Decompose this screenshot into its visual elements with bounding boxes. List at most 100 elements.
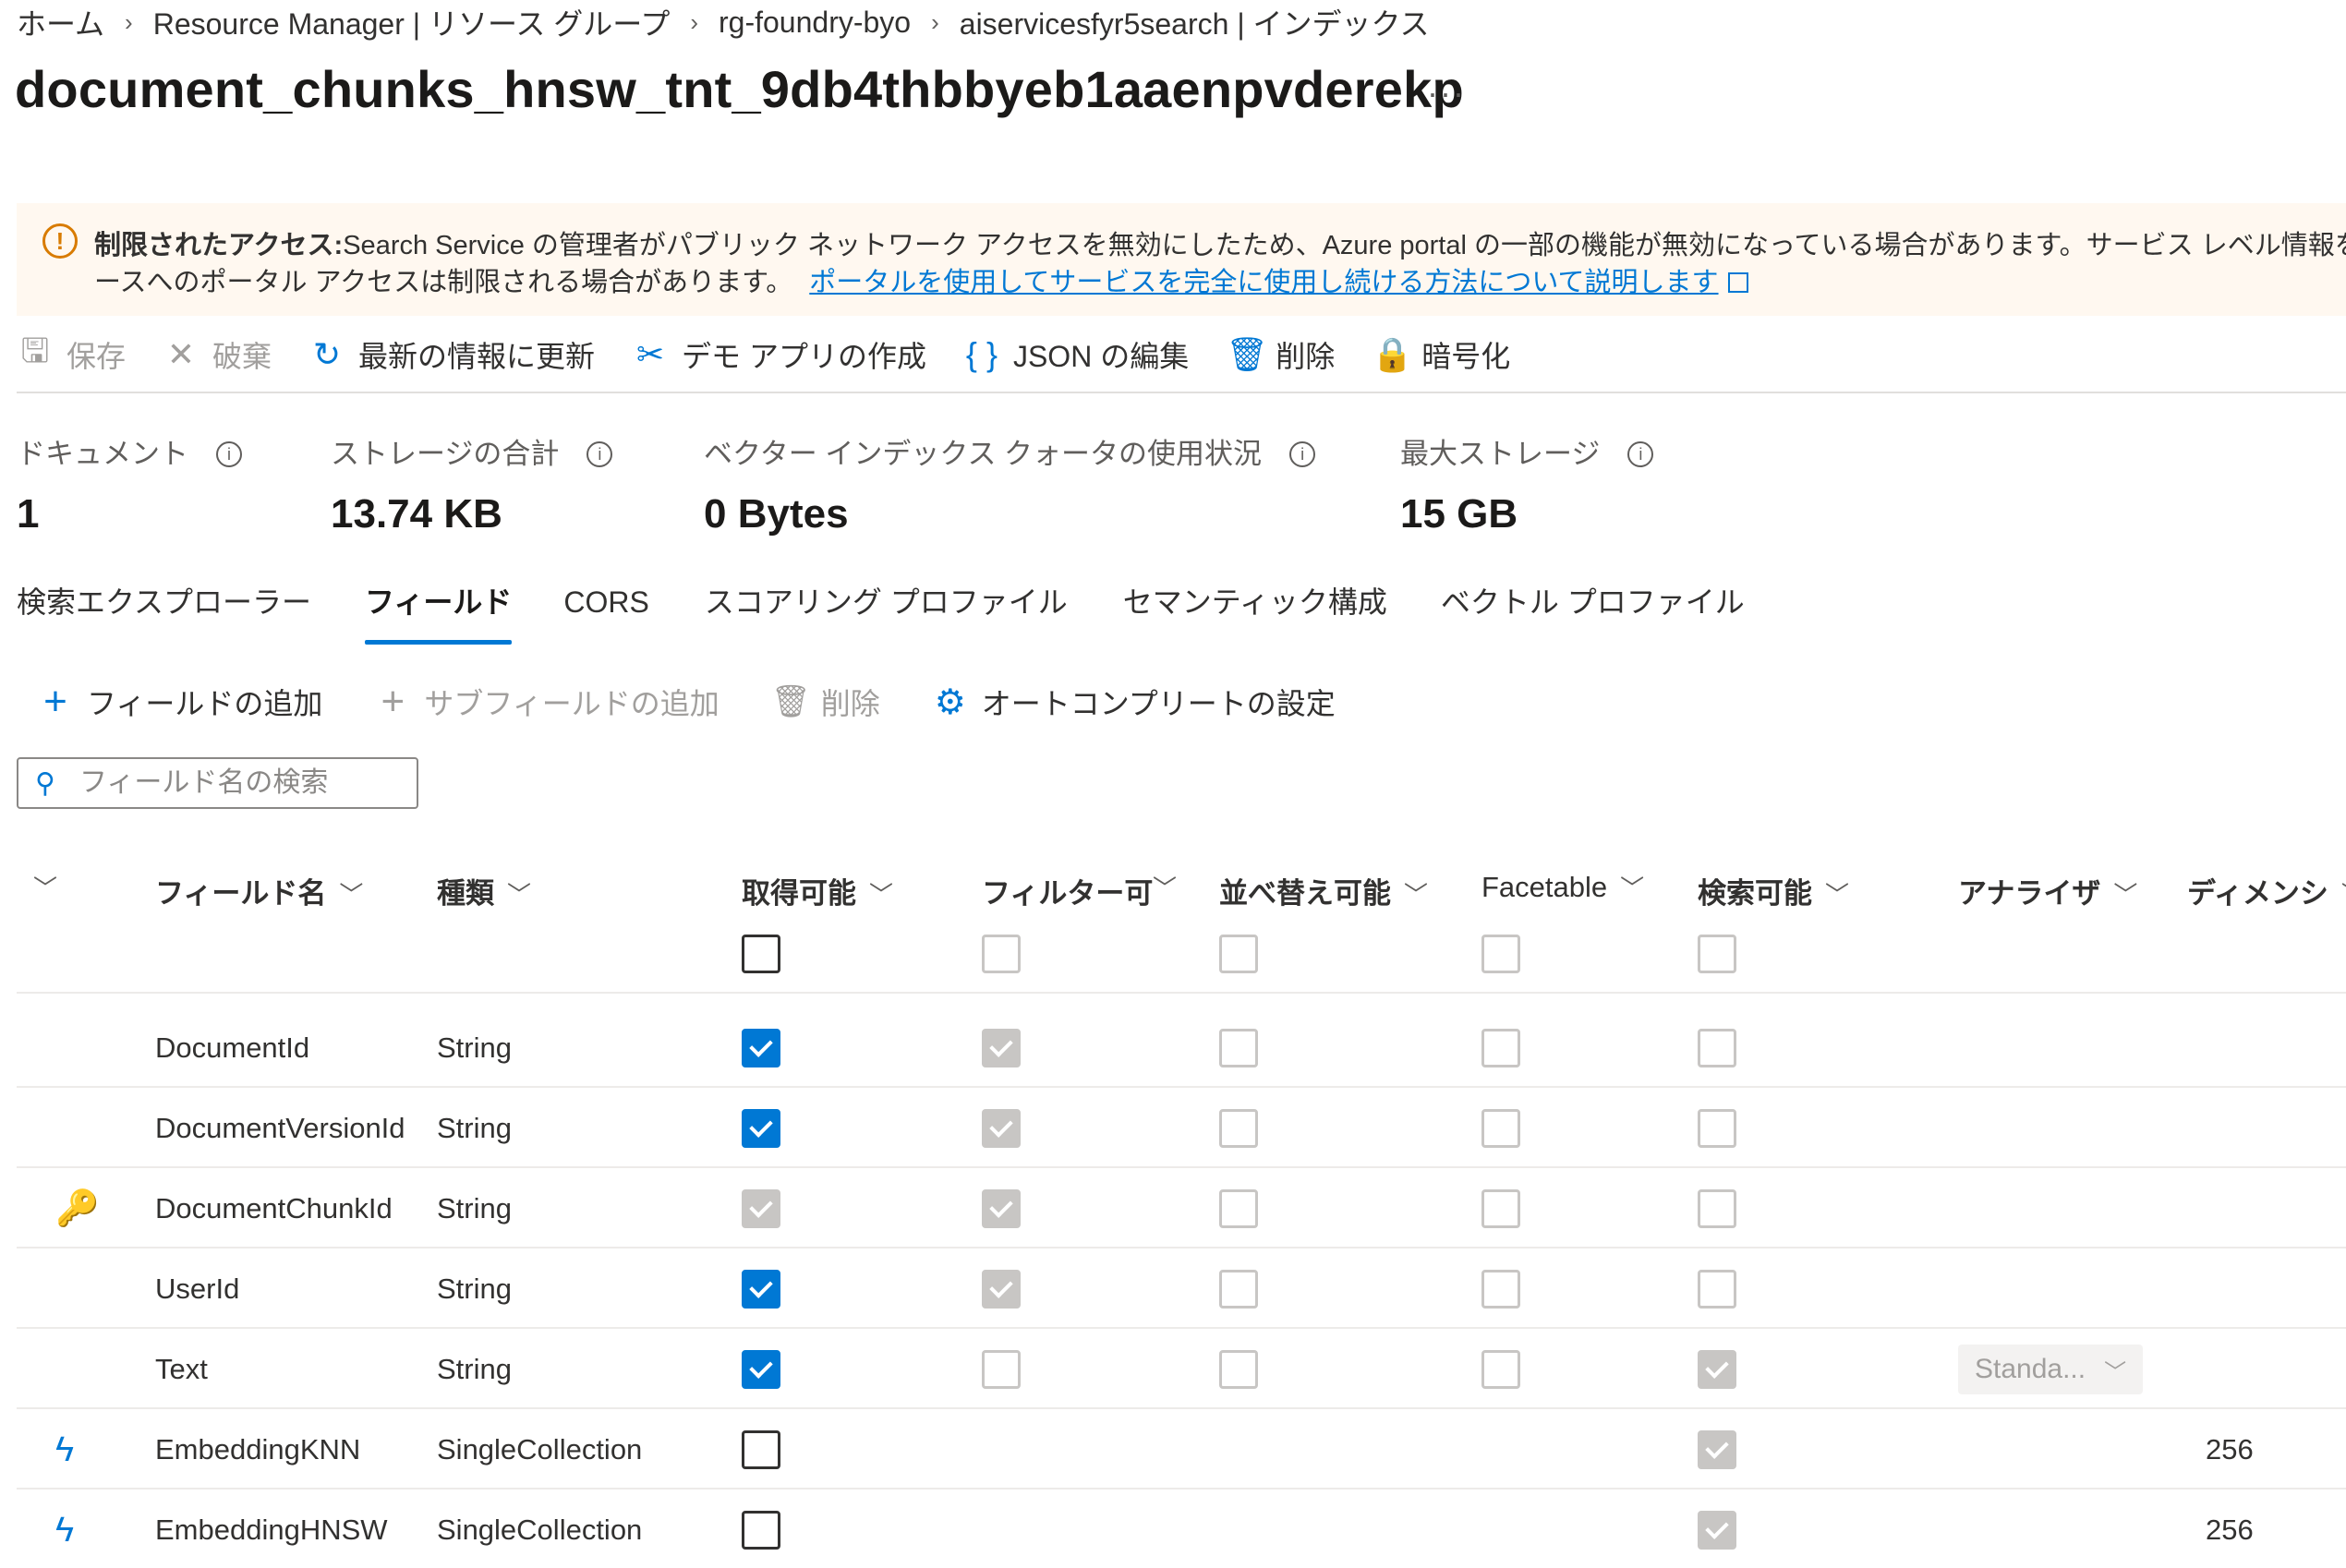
retrievable-checkbox[interactable] (742, 1430, 780, 1469)
discard-button[interactable]: ✕ 破棄 (163, 333, 272, 376)
learn-more-link[interactable]: ポータルを使用してサービスを完全に使用し続ける方法について説明します (809, 268, 1718, 297)
info-icon[interactable]: i (216, 441, 242, 467)
header-checkbox-row (17, 914, 2346, 994)
column-header-dimensions[interactable]: ディメンシ﹀ (2187, 870, 2346, 911)
retrievable-checkbox[interactable] (742, 1029, 780, 1067)
column-header-analyzer[interactable]: アナライザ ﹀ (1958, 870, 2137, 911)
banner-text: Search Service の管理者がパブリック ネットワーク アクセスを無効… (343, 231, 2346, 260)
searchable-checkbox (1698, 1189, 1736, 1228)
more-options-icon[interactable]: ··· (1427, 74, 1466, 113)
field-name[interactable]: EmbeddingHNSW (155, 1490, 388, 1568)
tab-semantic-configurations[interactable]: セマンティック構成 (1123, 578, 1387, 645)
encryption-button[interactable]: 🔒 暗号化 (1372, 333, 1510, 376)
add-field-button[interactable]: + フィールドの追加 (37, 679, 322, 725)
autocomplete-settings-button[interactable]: ⚙ オートコンプリートの設定 (932, 681, 1336, 723)
retrievable-all-checkbox[interactable] (742, 935, 780, 973)
stat-max-storage-label: 最大ストレージ i (1400, 430, 1654, 472)
info-icon[interactable]: i (586, 441, 613, 467)
gear-icon: ⚙ (934, 682, 966, 722)
chevron-down-icon: ﹀ (339, 881, 364, 909)
delete-field-button[interactable]: 🗑 削除 (771, 681, 880, 723)
sortable-all-checkbox[interactable] (1219, 935, 1258, 973)
expand-all-chevron-icon[interactable]: ﹀ (33, 870, 57, 904)
field-name[interactable]: Text (155, 1330, 208, 1409)
delete-icon: 🗑 (1226, 335, 1268, 373)
save-icon: 🖫 (20, 331, 50, 369)
facetable-all-checkbox[interactable] (1481, 935, 1520, 973)
chevron-down-icon: ﹀ (869, 881, 894, 909)
retrievable-checkbox[interactable] (742, 1511, 780, 1550)
field-type: String (437, 1192, 512, 1224)
external-link-icon (1727, 272, 1748, 293)
filterable-checkbox (982, 1270, 1021, 1309)
table-row[interactable]: DocumentId String (17, 1008, 2346, 1088)
filterable-all-checkbox[interactable] (982, 935, 1021, 973)
tab-search-explorer[interactable]: 検索エクスプローラー (17, 578, 311, 645)
searchable-checkbox (1698, 1029, 1736, 1067)
column-header-field-name[interactable]: フィールド名 ﹀ (155, 870, 363, 911)
breadcrumb-search-service[interactable]: aiservicesfyr5search | インデックス (960, 1, 1430, 43)
facetable-checkbox (1481, 1270, 1520, 1309)
key-icon: 🔑 (55, 1189, 100, 1228)
sortable-checkbox (1219, 1189, 1258, 1228)
table-row[interactable]: 🔑 DocumentChunkId String (17, 1169, 2346, 1248)
tab-scoring-profiles[interactable]: スコアリング プロファイル (705, 578, 1068, 645)
chevron-down-icon: ﹀ (2341, 881, 2346, 909)
edit-json-button[interactable]: { } JSON の編集 (963, 333, 1189, 376)
retrievable-checkbox (742, 1189, 780, 1228)
searchable-checkbox (1698, 1350, 1736, 1389)
tab-cors[interactable]: CORS (563, 578, 648, 645)
column-header-retrievable[interactable]: 取得可能 ﹀ (742, 870, 893, 911)
sortable-checkbox (1219, 1350, 1258, 1389)
field-type: String (437, 1272, 512, 1305)
create-demo-app-button[interactable]: ✂ デモ アプリの作成 (632, 333, 926, 376)
chevron-down-icon: ﹀ (1620, 874, 1645, 902)
stat-vector-quota-label: ベクター インデックス クォータの使用状況 i (704, 430, 1316, 472)
column-header-filterable-chevron[interactable]: ﹀ (1153, 870, 1177, 904)
field-name[interactable]: UserId (155, 1249, 239, 1329)
table-row[interactable]: UserId String (17, 1249, 2346, 1329)
searchable-checkbox (1698, 1430, 1736, 1469)
vector-icon: ϟ (55, 1510, 75, 1550)
searchable-checkbox (1698, 1511, 1736, 1550)
field-name[interactable]: EmbeddingKNN (155, 1410, 360, 1490)
searchable-all-checkbox[interactable] (1698, 935, 1736, 973)
field-search-box[interactable]: ⚲ (17, 757, 418, 809)
stat-documents-label: ドキュメント i (17, 430, 242, 472)
column-header-type[interactable]: 種類 ﹀ (437, 870, 531, 911)
table-row[interactable]: DocumentVersionId String (17, 1089, 2346, 1168)
analyzer-dropdown[interactable]: Standa... ﹀ (1958, 1345, 2143, 1394)
facetable-checkbox (1481, 1189, 1520, 1228)
breadcrumb-resource-group[interactable]: Resource Manager | リソース グループ (153, 1, 671, 43)
sortable-checkbox (1219, 1029, 1258, 1067)
filterable-checkbox (982, 1109, 1021, 1148)
breadcrumb-home[interactable]: ホーム (17, 1, 104, 43)
stat-max-storage-value: 15 GB (1400, 491, 1518, 537)
info-icon[interactable]: i (1627, 441, 1654, 467)
retrievable-checkbox[interactable] (742, 1109, 780, 1148)
refresh-button[interactable]: ↻ 最新の情報に更新 (308, 333, 595, 376)
tab-fields[interactable]: フィールド (365, 578, 513, 645)
table-row[interactable]: ϟ EmbeddingKNN SingleCollection 256 (17, 1410, 2346, 1490)
column-header-filterable[interactable]: フィルター可 (982, 870, 1153, 911)
info-icon[interactable]: i (1289, 441, 1316, 467)
breadcrumb-rg[interactable]: rg-foundry-byo (719, 6, 911, 40)
column-header-searchable[interactable]: 検索可能 ﹀ (1698, 870, 1849, 911)
chevron-down-icon: ﹀ (1825, 881, 1850, 909)
sortable-checkbox (1219, 1270, 1258, 1309)
column-header-sortable[interactable]: 並べ替え可能 ﹀ (1219, 870, 1428, 911)
table-row[interactable]: Text String Standa... ﹀ (17, 1330, 2346, 1409)
field-search-input[interactable] (79, 767, 384, 799)
field-name[interactable]: DocumentId (155, 1008, 309, 1088)
retrievable-checkbox[interactable] (742, 1270, 780, 1309)
column-header-facetable[interactable]: Facetable ﹀ (1481, 870, 1644, 904)
fields-table-header: ﹀ フィールド名 ﹀ 種類 ﹀ 取得可能 ﹀ フィルター可 ﹀ 並べ替え可能 ﹀ Fac… (17, 859, 2346, 918)
save-button[interactable]: 🖫 保存 (17, 327, 126, 383)
add-subfield-button[interactable]: + サブフィールドの追加 (374, 679, 720, 725)
retrievable-checkbox[interactable] (742, 1350, 780, 1389)
table-row[interactable]: ϟ EmbeddingHNSW SingleCollection 256 (17, 1490, 2346, 1568)
delete-index-button[interactable]: 🗑 削除 (1226, 333, 1335, 376)
tab-vector-profiles[interactable]: ベクトル プロファイル (1441, 578, 1745, 645)
field-name[interactable]: DocumentChunkId (155, 1169, 393, 1248)
field-name[interactable]: DocumentVersionId (155, 1089, 405, 1168)
